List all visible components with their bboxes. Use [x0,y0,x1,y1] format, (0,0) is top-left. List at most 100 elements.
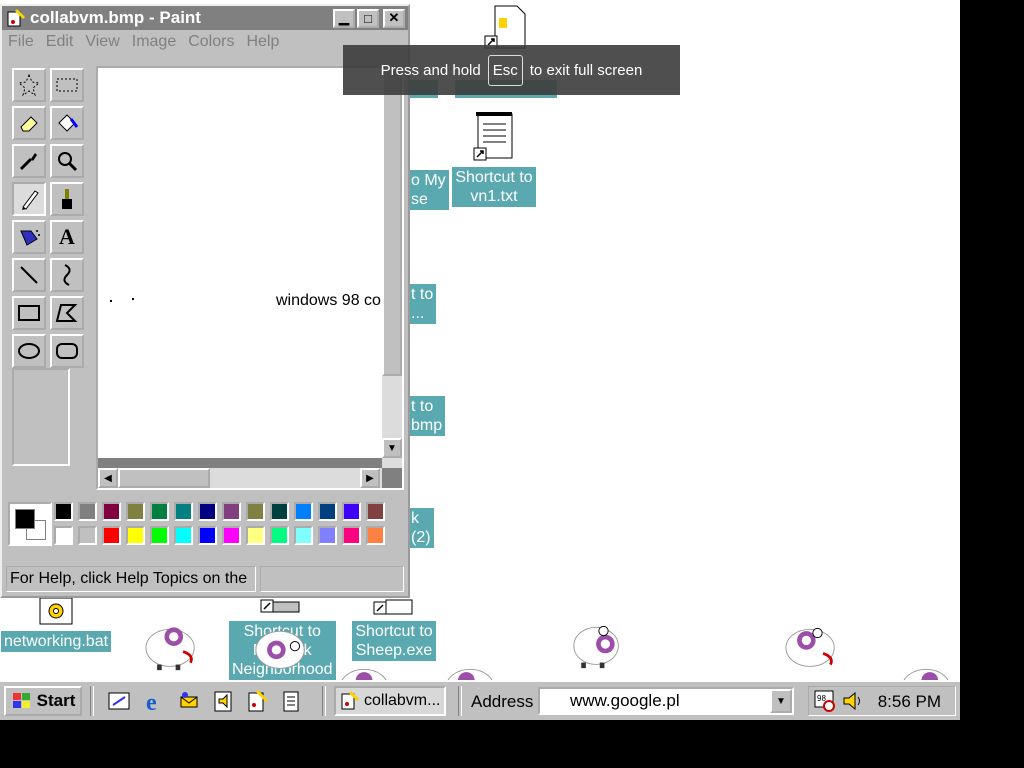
quicklaunch-paint[interactable] [244,688,270,714]
tool-airbrush[interactable] [12,220,46,254]
menu-file[interactable]: File [2,33,40,51]
close-button[interactable]: ✕ [383,8,405,28]
palette-swatch[interactable] [342,502,361,521]
palette-swatch[interactable] [198,502,217,521]
tool-pencil[interactable] [12,182,46,216]
palette-swatch[interactable] [174,502,193,521]
palette-swatch[interactable] [54,502,73,521]
tool-eraser[interactable] [12,106,46,140]
window-titlebar[interactable]: collabvm.bmp - Paint ▁ □ ✕ [2,6,408,30]
desktop-icon-my-computer[interactable]: o My se [408,170,449,210]
palette-swatch[interactable] [246,526,265,545]
palette-swatch[interactable] [294,502,313,521]
desktop-icon-vn1[interactable]: Shortcut to vn1.txt [450,112,538,207]
scheduled-tasks-icon[interactable]: 98 [813,689,837,713]
desktop-icon-shortcut-bmp[interactable]: t to bmp [408,396,446,436]
shortcut-text-file-icon [473,112,513,161]
windows-logo-icon [12,693,30,708]
select-icon [56,78,78,92]
palette-swatch[interactable] [150,502,169,521]
palette-swatch[interactable] [78,502,97,521]
desktop-icon-networking-bat[interactable]: networking.bat [0,596,112,652]
horizontal-scrollbar[interactable]: ◀ ▶ [98,468,382,488]
quicklaunch-notepad[interactable] [278,688,304,714]
tool-magnifier[interactable] [50,144,84,178]
tool-select[interactable] [50,68,84,102]
taskbar-clock[interactable]: 8:56 PM [878,692,941,712]
palette-swatch[interactable] [198,526,217,545]
canvas-text: windows 98 co [276,292,381,309]
palette-swatch[interactable] [78,526,97,545]
palette-swatch[interactable] [102,526,121,545]
palette-swatch[interactable] [246,502,265,521]
desktop-icon-sheep-exe[interactable]: Shortcut to Sheep.exe [350,598,438,661]
scroll-down-button[interactable]: ▼ [382,438,402,458]
scroll-thumb[interactable] [118,468,210,488]
palette-swatch[interactable] [270,526,289,545]
tool-rounded-rectangle[interactable] [50,334,84,368]
scroll-left-button[interactable]: ◀ [98,468,118,488]
minimize-icon: ▁ [339,10,349,25]
palette-swatch[interactable] [366,526,385,545]
palette-swatch[interactable] [270,502,289,521]
status-coordinates [260,566,404,592]
ellipse-icon [18,343,40,359]
menu-image[interactable]: Image [126,33,182,51]
tool-options-box[interactable] [12,368,70,466]
palette-swatch[interactable] [150,526,169,545]
menu-edit[interactable]: Edit [40,33,80,51]
tool-fill[interactable] [50,106,84,140]
palette-swatch[interactable] [222,526,241,545]
palette-swatch[interactable] [366,502,385,521]
desktop-icon-shortcut-1[interactable]: t to... [408,284,437,324]
palette-swatch[interactable] [222,502,241,521]
drawing-canvas[interactable]: windows 98 co [98,68,384,458]
scroll-right-button[interactable]: ▶ [360,468,380,488]
desktop-icon-shortcut-2[interactable]: k (2) [408,508,434,548]
quicklaunch-show-desktop[interactable] [106,688,132,714]
maximize-button[interactable]: □ [357,8,379,28]
menu-help[interactable]: Help [240,33,285,51]
pencil-icon [22,190,39,210]
quicklaunch-internet-explorer[interactable]: e [142,688,168,714]
quicklaunch-sound[interactable] [210,688,236,714]
vertical-scrollbar[interactable]: ▼ [382,68,402,468]
desktop-icon-label: Shortcut to Sheep.exe [352,621,436,661]
palette-swatch[interactable] [102,502,121,521]
taskbar-separator [458,686,462,716]
scroll-thumb[interactable] [382,68,402,376]
palette-swatch[interactable] [126,502,145,521]
tool-free-form-select[interactable] [12,68,46,102]
palette-swatch[interactable] [342,526,361,545]
menu-colors[interactable]: Colors [182,33,240,51]
tool-line[interactable] [12,258,46,292]
curve-icon [63,264,71,286]
quicklaunch-outlook-express[interactable] [176,688,202,714]
palette-swatch[interactable] [318,502,337,521]
start-button[interactable]: Start [4,686,82,716]
palette-swatch[interactable] [54,526,73,545]
palette-swatch[interactable] [174,526,193,545]
menu-view[interactable]: View [79,33,125,51]
tool-brush[interactable] [50,182,84,216]
palette-swatch[interactable] [126,526,145,545]
tool-curve[interactable] [50,258,84,292]
palette-swatch[interactable] [294,526,313,545]
text-tool-icon: A [59,224,75,249]
volume-speaker-icon[interactable] [841,690,865,712]
task-button-paint[interactable]: collabvm... [334,686,446,716]
shortcut-document-icon [484,5,526,49]
tool-polygon[interactable] [50,296,84,330]
taskbar: Start e collabvm... Address www.google.p… [0,680,960,720]
minimize-button[interactable]: ▁ [333,8,355,28]
tool-pick-color[interactable] [12,144,46,178]
address-dropdown-button[interactable]: ▼ [770,689,792,713]
tool-text[interactable]: A [50,220,84,254]
palette-swatch[interactable] [318,526,337,545]
brush-icon [62,189,72,209]
tool-rectangle[interactable] [12,296,46,330]
tool-ellipse[interactable] [12,334,46,368]
maximize-icon: □ [364,10,372,26]
rounded-rectangle-icon [56,343,78,359]
address-input[interactable]: www.google.pl ▼ [538,687,794,715]
